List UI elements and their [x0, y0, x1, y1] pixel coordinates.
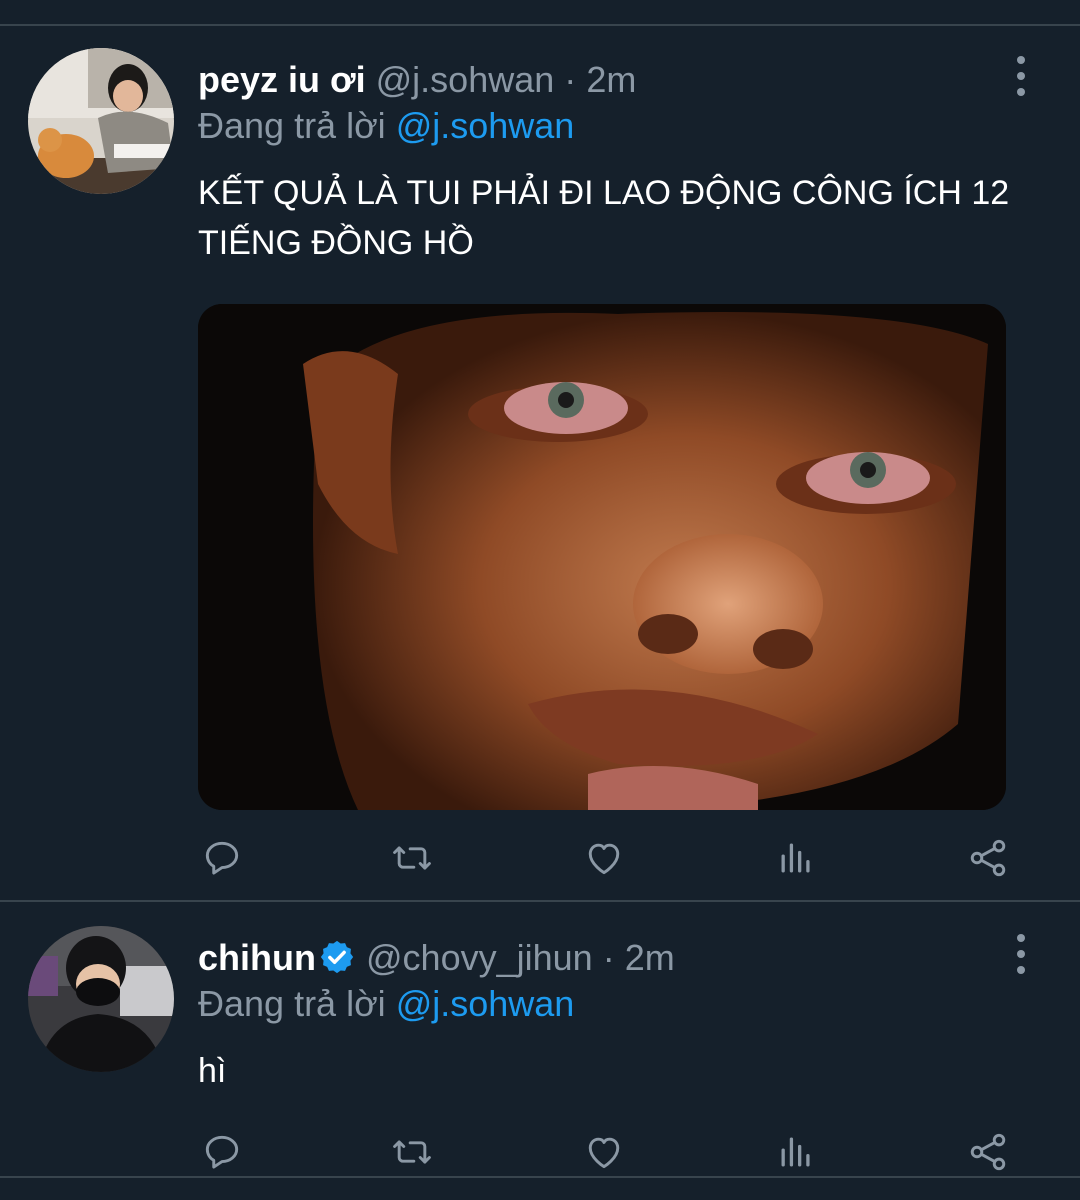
analytics-icon [781, 843, 810, 873]
reply-target-link[interactable]: @j.sohwan [396, 105, 575, 146]
display-name[interactable]: peyz iu ơi [198, 59, 366, 100]
tweet-text: KẾT QUẢ LÀ TUI PHẢI ĐI LAO ĐỘNG CÔNG ÍCH… [198, 174, 1010, 262]
share-button[interactable] [964, 834, 1012, 882]
tweet[interactable]: peyz iu ơi @j.sohwan · 2m Đang trả lời @… [0, 0, 1080, 900]
reply-button[interactable] [198, 1128, 246, 1176]
analytics-icon [781, 1137, 810, 1167]
avatar[interactable] [28, 48, 174, 194]
like-icon [588, 1137, 620, 1169]
tweet-text: hì [198, 1052, 227, 1090]
analytics-button[interactable] [772, 834, 820, 882]
share-icon [970, 1133, 1006, 1171]
bottom-divider [0, 1176, 1080, 1178]
retweet-icon [393, 846, 431, 870]
tweet-actions [198, 1128, 1018, 1176]
timestamp[interactable]: 2m [586, 59, 636, 100]
reply-button[interactable] [198, 834, 246, 882]
tweet-header: chihun @chovy_jihun · 2m [198, 936, 675, 980]
separator: · [564, 59, 577, 100]
separator: · [602, 937, 615, 978]
display-name[interactable]: chihun [198, 937, 316, 978]
like-button[interactable] [580, 834, 628, 882]
reply-target-link[interactable]: @j.sohwan [396, 983, 575, 1024]
reply-icon [205, 841, 239, 875]
retweet-button[interactable] [388, 834, 436, 882]
replying-to: Đang trả lời @j.sohwan [198, 982, 574, 1026]
handle[interactable]: @chovy_jihun [366, 937, 593, 978]
share-button[interactable] [964, 1128, 1012, 1176]
more-options-icon[interactable] [1008, 56, 1034, 96]
verified-badge-icon [320, 940, 354, 974]
tweet-image[interactable] [198, 304, 1006, 810]
replying-to: Đang trả lời @j.sohwan [198, 104, 574, 148]
tweet[interactable]: chihun @chovy_jihun · 2m Đang trả lời @j… [0, 902, 1080, 1200]
more-options-icon[interactable] [1008, 934, 1034, 974]
like-button[interactable] [580, 1128, 628, 1176]
retweet-button[interactable] [388, 1128, 436, 1176]
avatar[interactable] [28, 926, 174, 1072]
analytics-button[interactable] [772, 1128, 820, 1176]
handle[interactable]: @j.sohwan [376, 59, 555, 100]
reply-icon [205, 1135, 239, 1169]
reply-prefix: Đang trả lời [198, 105, 386, 146]
tweet-actions [198, 834, 1018, 882]
like-icon [588, 843, 620, 875]
reply-prefix: Đang trả lời [198, 983, 386, 1024]
tweet-header: peyz iu ơi @j.sohwan · 2m [198, 58, 636, 102]
timestamp[interactable]: 2m [625, 937, 675, 978]
retweet-icon [393, 1140, 431, 1164]
share-icon [970, 839, 1006, 877]
